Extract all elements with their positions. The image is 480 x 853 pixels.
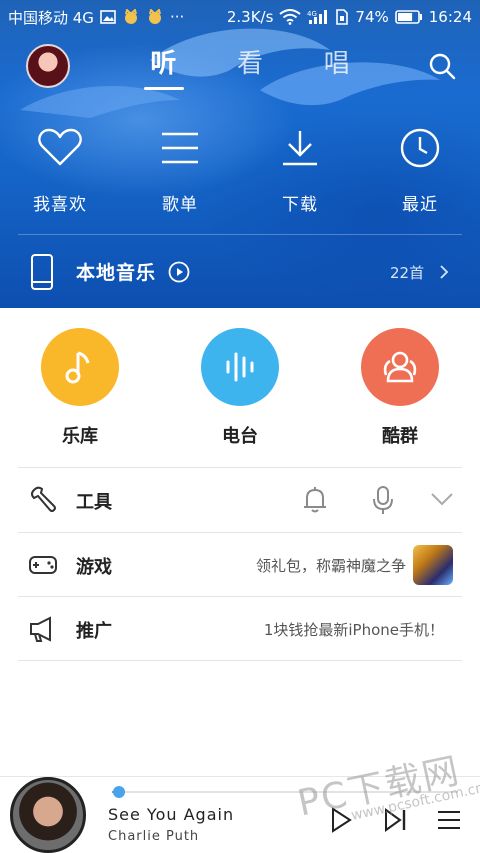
status-bar: 中国移动 4G ··· 2.3K/s 4G 74% 16:24 xyxy=(0,0,480,34)
tab-watch[interactable]: 看 xyxy=(207,36,294,96)
microphone-icon[interactable] xyxy=(370,485,396,515)
hero-divider xyxy=(18,234,462,235)
network-speed: 2.3K/s xyxy=(226,8,274,26)
list-icon xyxy=(156,124,204,172)
clock-icon xyxy=(396,124,444,172)
tools-row[interactable]: 工具 xyxy=(0,468,480,532)
promo-label: 推广 xyxy=(76,621,112,642)
tab-listen[interactable]: 听 xyxy=(120,36,207,96)
song-artist: Charlie Puth xyxy=(108,829,200,844)
games-label: 游戏 xyxy=(76,557,112,578)
feature-circle xyxy=(361,328,439,406)
quick-label: 我喜欢 xyxy=(33,195,87,215)
quick-label: 下载 xyxy=(282,195,318,215)
svg-text:4G: 4G xyxy=(307,10,317,18)
clock-time: 16:24 xyxy=(428,8,472,26)
song-title: See You Again xyxy=(108,805,235,824)
album-art[interactable] xyxy=(10,777,86,853)
quick-downloads[interactable]: 下载 xyxy=(240,124,360,224)
user-avatar[interactable] xyxy=(26,44,70,88)
more-notifications: ··· xyxy=(169,8,185,26)
feature-label: 乐库 xyxy=(62,426,98,447)
tab-sing[interactable]: 唱 xyxy=(293,36,380,96)
progress-knob[interactable] xyxy=(112,786,125,798)
top-navigation: 听 看 唱 xyxy=(0,36,480,96)
music-note-icon xyxy=(65,351,90,384)
search-icon xyxy=(429,53,456,80)
sim-icon xyxy=(335,9,349,25)
local-music-label: 本地音乐 xyxy=(76,262,157,284)
promo-note: 1块钱抢最新iPhone手机！ xyxy=(263,621,444,639)
promo-row[interactable]: 推广 1块钱抢最新iPhone手机！ xyxy=(0,597,480,661)
feature-circle xyxy=(41,328,119,406)
playlist-icon[interactable] xyxy=(436,807,462,833)
signal-icon: 4G xyxy=(307,9,329,25)
feature-groups[interactable]: 酷群 xyxy=(320,328,480,458)
carrier-label: 中国移动 4G xyxy=(8,8,94,27)
quick-playlists[interactable]: 歌单 xyxy=(120,124,240,224)
play-circle-icon[interactable] xyxy=(168,261,190,283)
chevron-down-icon[interactable] xyxy=(430,492,454,506)
download-icon xyxy=(276,124,324,172)
radio-wave-icon xyxy=(226,352,254,382)
feature-circle xyxy=(201,328,279,406)
quick-favorites[interactable]: 我喜欢 xyxy=(0,124,120,224)
cat-notification-icon-2 xyxy=(146,9,164,25)
main-tabs: 听 看 唱 xyxy=(120,36,380,96)
tools-label: 工具 xyxy=(76,492,112,513)
play-icon[interactable] xyxy=(330,807,352,833)
next-track-icon[interactable] xyxy=(384,807,408,833)
feature-radio[interactable]: 电台 xyxy=(160,328,320,458)
feature-music-library[interactable]: 乐库 xyxy=(0,328,160,458)
group-icon xyxy=(383,351,417,383)
phone-icon xyxy=(31,254,53,290)
games-row[interactable]: 游戏 领礼包，称霸神魔之争 xyxy=(0,533,480,597)
games-note: 领礼包，称霸神魔之争 xyxy=(255,557,406,575)
cat-notification-icon xyxy=(122,9,140,25)
local-music-row[interactable]: 本地音乐 22首 xyxy=(0,238,480,306)
local-music-count: 22首 xyxy=(390,264,425,282)
progress-bar[interactable] xyxy=(112,791,458,793)
battery-icon xyxy=(394,10,423,24)
heart-icon xyxy=(36,124,84,172)
battery-percent: 74% xyxy=(355,8,389,26)
quick-label: 歌单 xyxy=(162,195,198,215)
chevron-right-icon xyxy=(440,265,449,279)
search-button[interactable] xyxy=(426,50,458,82)
feature-label: 酷群 xyxy=(382,426,418,447)
bell-icon[interactable] xyxy=(302,486,328,514)
feature-label: 电台 xyxy=(222,426,258,447)
quick-label: 最近 xyxy=(402,195,438,215)
megaphone-icon xyxy=(30,616,51,642)
image-notification-icon xyxy=(100,9,116,25)
wifi-icon xyxy=(279,9,302,25)
quick-actions: 我喜欢 歌单 下载 最近 xyxy=(0,124,480,224)
feature-shortcuts: 乐库 电台 酷群 xyxy=(0,328,480,458)
wrench-icon xyxy=(31,486,56,512)
divider xyxy=(18,660,462,661)
quick-recent[interactable]: 最近 xyxy=(360,124,480,224)
hero-banner: 中国移动 4G ··· 2.3K/s 4G 74% 16:24 听 看 唱 我喜… xyxy=(0,0,480,308)
game-thumbnail[interactable] xyxy=(413,545,453,585)
gamepad-icon xyxy=(29,556,57,574)
mini-player[interactable]: See You Again Charlie Puth xyxy=(0,776,480,853)
